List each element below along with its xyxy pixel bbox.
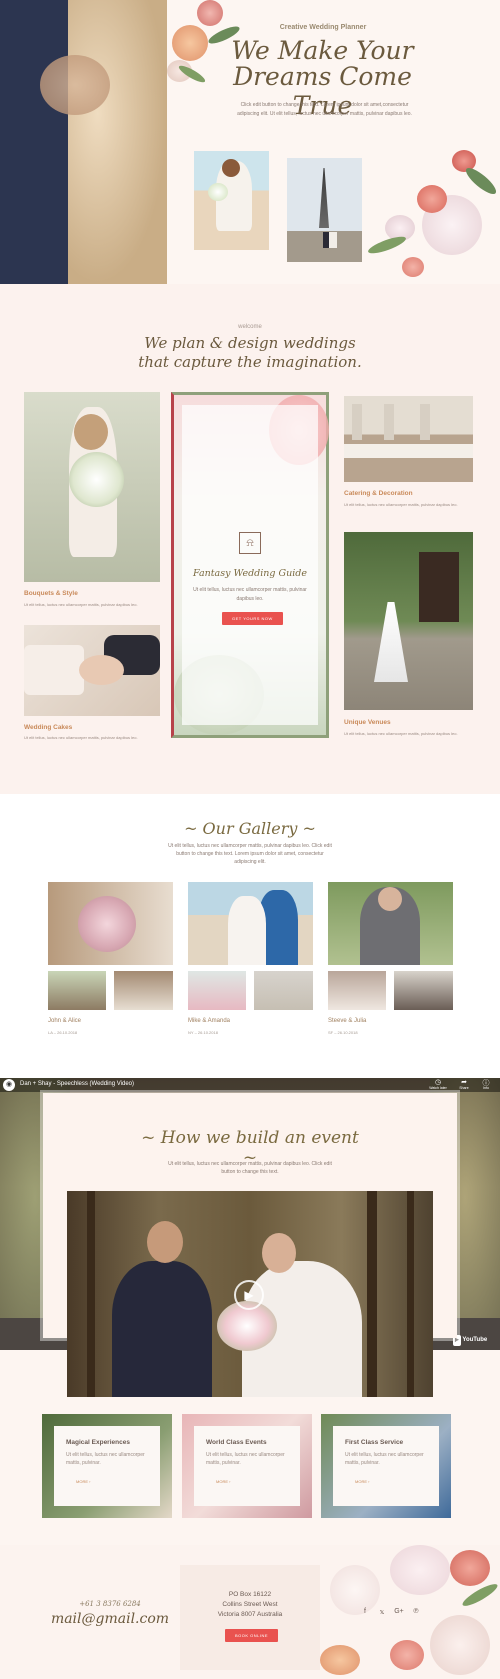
gallery-photo-main-1[interactable]	[48, 882, 173, 965]
gallery-photo-main-2[interactable]	[188, 882, 313, 965]
feature-more-3[interactable]: MORE ›	[355, 1479, 369, 1484]
get-yours-now-button[interactable]: GET YOURS NOW	[222, 612, 283, 625]
gallery-name-2: Mike & Amanda	[188, 1018, 231, 1024]
contact-section: +61 3 8376 6284 mail@gmail.com PO Box 16…	[0, 1545, 500, 1679]
feature-more-1[interactable]: MORE ›	[76, 1479, 90, 1484]
gallery-thumb-3a[interactable]	[328, 971, 386, 1010]
guide-card	[171, 392, 329, 738]
gallery-thumb-1a[interactable]	[48, 971, 106, 1010]
video-play-button[interactable]: ▶	[234, 1280, 264, 1310]
service-cakes-text: Ut elit tellus, luctus nec ullamcorper m…	[24, 735, 138, 740]
floral-decoration-footer	[320, 1545, 500, 1679]
channel-avatar-icon[interactable]: ◉	[3, 1079, 15, 1091]
feature-title-3: First Class Service	[345, 1439, 404, 1446]
video-title-link[interactable]: Dan + Shay - Speechless (Wedding Video)	[20, 1081, 134, 1087]
twitter-icon[interactable]: 𝕩	[377, 1608, 387, 1616]
google-plus-icon[interactable]: G+	[393, 1608, 405, 1615]
hero-eyebrow: Creative Wedding Planner	[279, 24, 367, 31]
guide-title: Fantasy Wedding Guide	[193, 568, 307, 579]
gallery-thumb-2a[interactable]	[188, 971, 246, 1010]
build-text: Ut elit tellus, luctus nec ullamcorper m…	[168, 1161, 332, 1175]
watch-later-icon[interactable]: ◷	[431, 1078, 445, 1086]
guide-text: Ut elit tellus, luctus nec ullamcorper m…	[193, 587, 307, 602]
gallery-title: ~ Our Gallery ~	[184, 819, 316, 838]
gallery-photo-main-3[interactable]	[328, 882, 453, 965]
contact-email[interactable]: mail@gmail.com	[40, 1611, 180, 1627]
hero-couple-photo	[0, 0, 167, 284]
service-catering-title: Catering & Decoration	[344, 490, 413, 497]
gallery-thumb-3b[interactable]	[394, 971, 453, 1010]
youtube-logo[interactable]: ▶ YouTube	[453, 1335, 487, 1346]
gallery-section: ~ Our Gallery ~ Ut elit tellus, luctus n…	[0, 794, 500, 1078]
bell-icon: ⍾	[239, 532, 261, 554]
service-venues-photo[interactable]	[344, 532, 473, 710]
welcome-section: welcome We plan & design weddings that c…	[0, 284, 500, 794]
service-bouquets-photo[interactable]	[24, 392, 160, 582]
feature-more-2[interactable]: MORE ›	[216, 1479, 230, 1484]
feature-title-1: Magical Experiences	[66, 1439, 130, 1446]
service-cakes-title: Wedding Cakes	[24, 724, 73, 731]
service-bouquets-title: Bouquets & Style	[24, 590, 78, 597]
book-online-button[interactable]: BOOK ONLINE	[225, 1629, 279, 1642]
hero-photo-bride	[194, 151, 269, 250]
service-cakes-photo[interactable]	[24, 625, 160, 716]
floral-decoration-right	[366, 145, 500, 284]
hero-text: Click edit button to change this text. L…	[237, 102, 412, 117]
features-section: Magical Experiences Ut elit tellus, luct…	[0, 1397, 500, 1545]
feature-text-2: Ut elit tellus, luctus nec ullamcorper m…	[206, 1452, 285, 1466]
address-line3: Victoria 8007 Australia	[217, 1611, 283, 1618]
feature-text-3: Ut elit tellus, luctus nec ullamcorper m…	[345, 1452, 424, 1466]
gallery-date-1: LA – 26.10.2018	[48, 1030, 78, 1035]
gallery-date-3: SF – 26.10.2018	[328, 1030, 358, 1035]
gallery-text: Ut elit tellus, luctus nec ullamcorper m…	[168, 843, 332, 865]
service-venues-text: Ut elit tellus, luctus nec ullamcorper m…	[344, 731, 458, 736]
youtube-label: YouTube	[462, 1337, 488, 1343]
pinterest-icon[interactable]: ℗	[411, 1608, 421, 1615]
welcome-title-line2: that capture the imagination.	[138, 353, 362, 371]
watch-later-label[interactable]: Watch later	[421, 1086, 455, 1090]
welcome-eyebrow: welcome	[238, 324, 262, 330]
hero-photo-paris	[287, 158, 362, 262]
gallery-thumb-2b[interactable]	[254, 971, 313, 1010]
service-catering-text: Ut elit tellus, luctus nec ullamcorper m…	[344, 502, 458, 507]
feature-text-1: Ut elit tellus, luctus nec ullamcorper m…	[66, 1452, 145, 1466]
hero-title-line1: We Make Your	[231, 36, 414, 65]
welcome-title-line1: We plan & design weddings	[144, 334, 356, 352]
address-line1: PO Box 16122	[228, 1591, 272, 1598]
feature-title-2: World Class Events	[206, 1439, 267, 1446]
gallery-name-3: Steeve & Julia	[328, 1018, 367, 1024]
info-label[interactable]: Info	[479, 1086, 493, 1090]
service-catering-photo[interactable]	[344, 396, 473, 482]
gallery-date-2: NY – 26.10.2018	[188, 1030, 218, 1035]
hero-section: Creative Wedding Planner We Make Your Dr…	[0, 0, 500, 284]
contact-phone[interactable]: +61 3 8376 6284	[60, 1600, 160, 1608]
share-icon[interactable]: ➦	[457, 1078, 471, 1086]
service-bouquets-text: Ut elit tellus, luctus nec ullamcorper m…	[24, 602, 138, 607]
gallery-name-1: John & Alice	[48, 1018, 82, 1024]
facebook-icon[interactable]: f	[360, 1608, 370, 1615]
share-label[interactable]: Share	[455, 1086, 473, 1090]
gallery-thumb-1b[interactable]	[114, 971, 173, 1010]
address-line2: Collins Street West	[222, 1601, 278, 1608]
service-venues-title: Unique Venues	[344, 719, 391, 726]
